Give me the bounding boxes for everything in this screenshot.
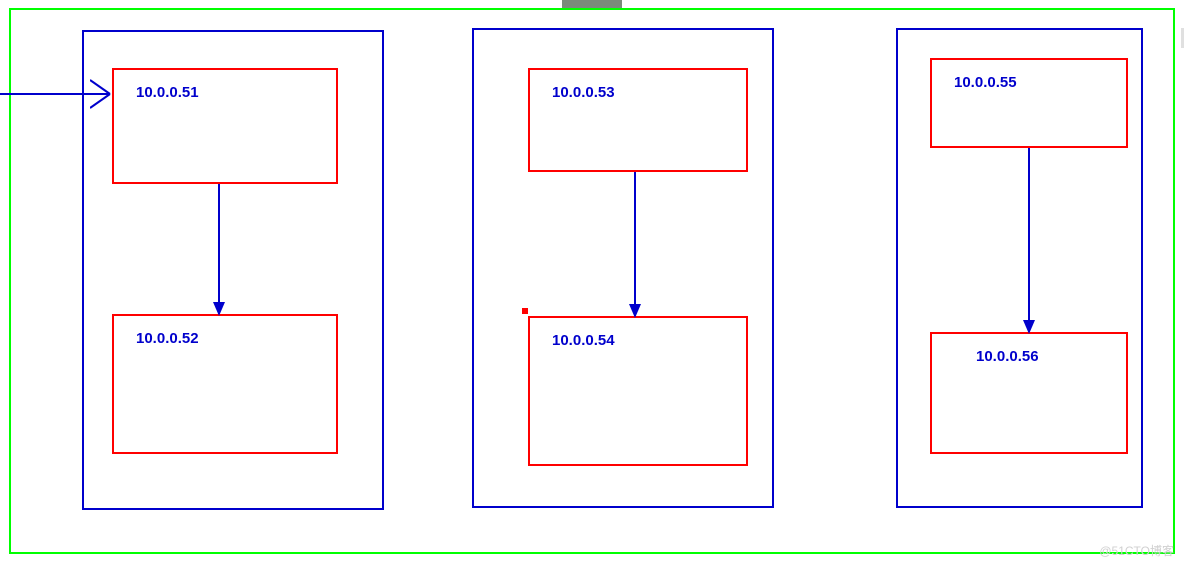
node-10-0-0-52: 10.0.0.52 bbox=[112, 314, 338, 454]
node-10-0-0-54: 10.0.0.54 bbox=[528, 316, 748, 466]
watermark-text: @51CTO博客 bbox=[1099, 542, 1174, 559]
arrow-line-51-to-52 bbox=[218, 184, 220, 314]
node-10-0-0-55: 10.0.0.55 bbox=[930, 58, 1128, 148]
node-ip-label: 10.0.0.56 bbox=[976, 348, 1039, 365]
arrow-head-icon bbox=[1023, 320, 1035, 334]
node-ip-label: 10.0.0.51 bbox=[136, 84, 199, 101]
node-ip-label: 10.0.0.54 bbox=[552, 332, 615, 349]
node-ip-label: 10.0.0.52 bbox=[136, 330, 199, 347]
arrow-head-icon bbox=[629, 304, 641, 318]
arrow-head-icon bbox=[213, 302, 225, 316]
node-10-0-0-53: 10.0.0.53 bbox=[528, 68, 748, 172]
arrow-line-53-to-54 bbox=[634, 172, 636, 316]
node-ip-label: 10.0.0.55 bbox=[954, 74, 1017, 91]
node-ip-label: 10.0.0.53 bbox=[552, 84, 615, 101]
node-10-0-0-51: 10.0.0.51 bbox=[112, 68, 338, 184]
entry-arrow-head-icon bbox=[90, 76, 118, 112]
node-10-0-0-56: 10.0.0.56 bbox=[930, 332, 1128, 454]
red-dot-marker bbox=[522, 308, 528, 314]
arrow-line-55-to-56 bbox=[1028, 148, 1030, 332]
